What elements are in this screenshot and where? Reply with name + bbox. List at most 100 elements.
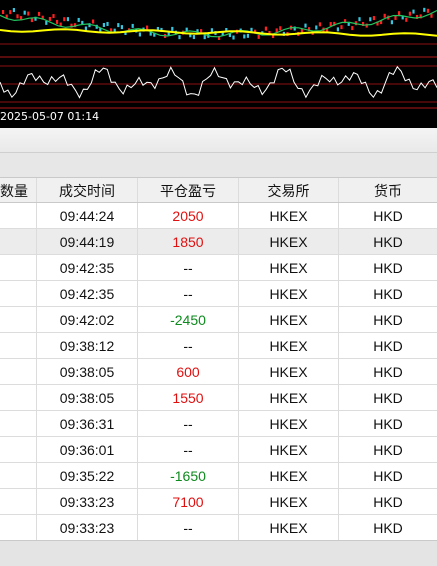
cell-pnl: 600 bbox=[138, 359, 239, 384]
candle-mark bbox=[178, 35, 181, 40]
cell-currency: HKD bbox=[373, 260, 403, 276]
cell-quantity bbox=[0, 515, 37, 540]
cell-exchange: HKEX bbox=[239, 515, 339, 540]
candle-mark bbox=[358, 17, 361, 22]
table-row[interactable]: 09:38:12 -- HKEX HKD bbox=[0, 333, 437, 359]
candle-mark bbox=[340, 25, 343, 30]
cell-time: 09:44:19 bbox=[37, 229, 138, 254]
cell-currency: HKD bbox=[373, 494, 403, 510]
candle-mark bbox=[84, 26, 87, 31]
cell-currency: HKD bbox=[373, 234, 403, 250]
cell-pnl: 1550 bbox=[138, 385, 239, 410]
candle-mark bbox=[264, 26, 267, 31]
candle-mark bbox=[318, 22, 321, 27]
cell-currency: HKD bbox=[373, 208, 403, 224]
candle-mark bbox=[102, 22, 105, 27]
candle-mark bbox=[372, 16, 375, 21]
cell-exchange: HKEX bbox=[239, 281, 339, 306]
candle-mark bbox=[16, 14, 19, 19]
cell-quantity bbox=[0, 307, 37, 332]
trades-table: 数量 成交时间 平仓盈亏 交易所 货币 09:44:24 2050 HKEX HKD 0… bbox=[0, 177, 437, 541]
cell-pnl: -- bbox=[138, 411, 239, 436]
column-header-quantity[interactable]: 数量 bbox=[0, 178, 37, 202]
table-body: 09:44:24 2050 HKEX HKD 09:44:19 1850 HKEX HKD 09… bbox=[0, 203, 437, 541]
cell-quantity bbox=[0, 333, 37, 358]
cell-currency: HKD bbox=[373, 520, 403, 536]
candle-mark bbox=[369, 17, 372, 22]
table-row[interactable]: 09:38:05 1550 HKEX HKD bbox=[0, 385, 437, 411]
candle-mark bbox=[48, 16, 51, 21]
cell-pnl: -- bbox=[138, 515, 239, 540]
table-row[interactable]: 09:42:35 -- HKEX HKD bbox=[0, 281, 437, 307]
column-header-exchange[interactable]: 交易所 bbox=[239, 178, 339, 202]
cell-exchange: HKEX bbox=[239, 463, 339, 488]
cell-time: 09:33:23 bbox=[37, 489, 138, 514]
table-row[interactable]: 09:44:24 2050 HKEX HKD bbox=[0, 203, 437, 229]
candle-mark bbox=[412, 9, 415, 14]
table-row[interactable]: 09:35:22 -1650 HKEX HKD bbox=[0, 463, 437, 489]
candle-mark bbox=[23, 10, 26, 15]
cell-time: 09:38:05 bbox=[37, 385, 138, 410]
candle-mark bbox=[171, 26, 174, 31]
cell-quantity bbox=[0, 385, 37, 410]
table-row[interactable]: 09:33:23 7100 HKEX HKD bbox=[0, 489, 437, 515]
cell-currency: HKD bbox=[373, 416, 403, 432]
price-chart[interactable]: 2025-05-07 01:14 bbox=[0, 0, 437, 128]
cell-currency: HKD bbox=[373, 468, 403, 484]
candle-mark bbox=[52, 14, 55, 19]
candle-mark bbox=[117, 23, 120, 28]
cell-currency: HKD bbox=[373, 442, 403, 458]
cell-exchange: HKEX bbox=[239, 229, 339, 254]
candle-mark bbox=[408, 11, 411, 16]
candle-mark bbox=[138, 32, 141, 37]
cell-exchange: HKEX bbox=[239, 359, 339, 384]
cell-exchange: HKEX bbox=[239, 307, 339, 332]
candle-mark bbox=[304, 23, 307, 28]
candle-mark bbox=[203, 35, 206, 40]
cell-currency: HKD bbox=[373, 312, 403, 328]
table-row[interactable]: 09:42:35 -- HKEX HKD bbox=[0, 255, 437, 281]
column-header-pnl[interactable]: 平仓盈亏 bbox=[138, 178, 239, 202]
candle-mark bbox=[351, 26, 354, 31]
cell-pnl: -- bbox=[138, 437, 239, 462]
table-row[interactable]: 09:38:05 600 HKEX HKD bbox=[0, 359, 437, 385]
candle-mark bbox=[30, 18, 33, 23]
candle-mark bbox=[426, 8, 429, 13]
candle-mark bbox=[329, 22, 332, 27]
candle-mark bbox=[120, 25, 123, 30]
cell-time: 09:33:23 bbox=[37, 515, 138, 540]
bottom-scrollbar[interactable] bbox=[0, 540, 437, 566]
column-header-time[interactable]: 成交时间 bbox=[37, 178, 138, 202]
cell-pnl: 2050 bbox=[138, 203, 239, 228]
table-row[interactable]: 09:33:23 -- HKEX HKD bbox=[0, 515, 437, 541]
column-header-currency[interactable]: 货币 bbox=[339, 178, 437, 202]
candle-mark bbox=[66, 17, 69, 22]
panel-toolbar bbox=[0, 128, 437, 153]
candle-mark bbox=[257, 34, 260, 39]
candle-mark bbox=[430, 13, 433, 18]
candle-mark bbox=[405, 17, 408, 22]
table-row[interactable]: 09:42:02 -2450 HKEX HKD bbox=[0, 307, 437, 333]
candle-mark bbox=[63, 17, 66, 22]
chart-timestamp: 2025-05-07 01:14 bbox=[0, 110, 100, 123]
cell-exchange: HKEX bbox=[239, 333, 339, 358]
candle-mark bbox=[146, 25, 149, 30]
candle-mark bbox=[390, 20, 393, 25]
candle-mark bbox=[45, 20, 48, 25]
oscillator-line bbox=[0, 65, 437, 99]
cell-pnl: -2450 bbox=[138, 307, 239, 332]
cell-time: 09:42:02 bbox=[37, 307, 138, 332]
cell-quantity bbox=[0, 437, 37, 462]
panel-tab-strip bbox=[0, 153, 437, 178]
table-row[interactable]: 09:36:31 -- HKEX HKD bbox=[0, 411, 437, 437]
candle-mark bbox=[398, 11, 401, 16]
cell-pnl: 1850 bbox=[138, 229, 239, 254]
candle-mark bbox=[106, 21, 109, 26]
table-row[interactable]: 09:36:01 -- HKEX HKD bbox=[0, 437, 437, 463]
cell-currency: HKD bbox=[373, 390, 403, 406]
candle-mark bbox=[12, 8, 15, 13]
candle-mark bbox=[9, 10, 12, 15]
candle-mark bbox=[232, 35, 235, 40]
table-row[interactable]: 09:44:19 1850 HKEX HKD bbox=[0, 229, 437, 255]
cell-quantity bbox=[0, 255, 37, 280]
